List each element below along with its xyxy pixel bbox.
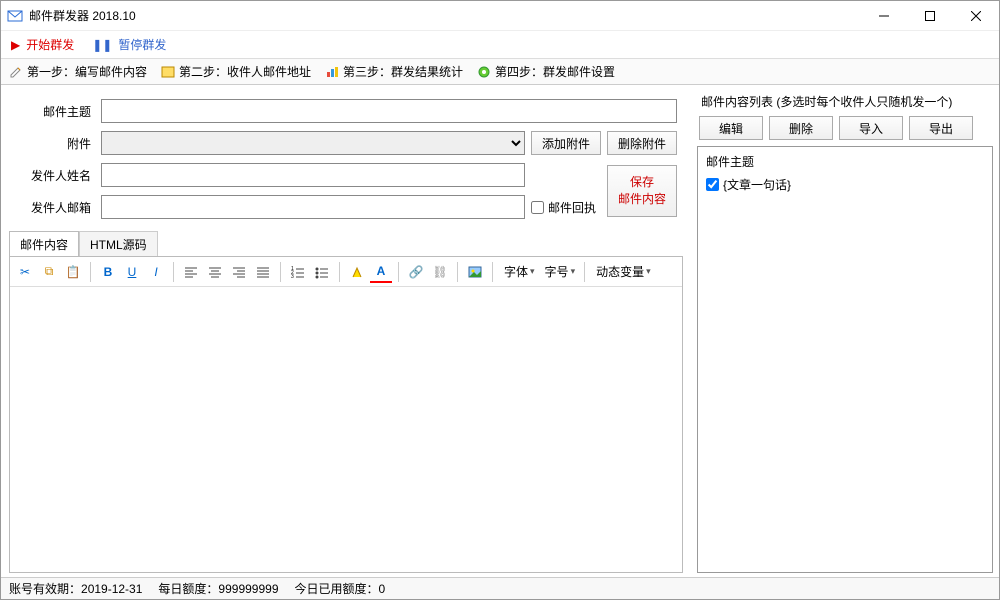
save-content-button[interactable]: 保存 邮件内容 <box>607 165 677 217</box>
sender-name-label: 发件人姓名 <box>15 167 95 184</box>
step-2-label: 第二步：收件人邮件地址 <box>179 63 311 80</box>
bold-icon[interactable]: B <box>97 261 119 283</box>
unlink-icon[interactable]: ⛓ <box>429 261 451 283</box>
copy-icon[interactable]: ⧉ <box>38 261 60 283</box>
step-1-label: 第一步：编写邮件内容 <box>27 63 147 80</box>
edit-button[interactable]: 编辑 <box>699 116 763 140</box>
list-ordered-icon[interactable]: 123 <box>287 261 309 283</box>
image-icon[interactable] <box>464 261 486 283</box>
editor-toolbar: ✂ ⧉ 📋 B U I 123 A 🔗 ⛓ <box>10 257 682 287</box>
delete-attachment-button[interactable]: 删除附件 <box>607 131 677 155</box>
tab-content[interactable]: 邮件内容 <box>9 231 79 257</box>
start-button[interactable]: ▶ 开始群发 <box>11 36 74 53</box>
save-line2: 邮件内容 <box>608 191 676 208</box>
font-size-dropdown[interactable]: 字号▾ <box>540 261 579 283</box>
validity: 账号有效期：2019-12-31 <box>9 580 142 597</box>
align-justify-icon[interactable] <box>252 261 274 283</box>
delete-button[interactable]: 删除 <box>769 116 833 140</box>
receipt-checkbox-wrap[interactable]: 邮件回执 <box>531 199 601 216</box>
app-icon <box>7 8 23 24</box>
titlebar: 邮件群发器 2018.10 <box>1 1 999 31</box>
align-center-icon[interactable] <box>204 261 226 283</box>
play-icon: ▶ <box>11 38 20 52</box>
pause-icon: ❚❚ <box>92 38 112 52</box>
separator <box>90 262 91 282</box>
step-4-label: 第四步：群发邮件设置 <box>495 63 615 80</box>
maximize-button[interactable] <box>907 1 953 31</box>
used-quota: 今日已用额度：0 <box>295 580 386 597</box>
daily-quota: 每日额度：999999999 <box>158 580 278 597</box>
content-list: 邮件主题 {文章一句话} <box>697 146 993 573</box>
pause-label: 暂停群发 <box>118 36 166 53</box>
add-attachment-button[interactable]: 添加附件 <box>531 131 601 155</box>
step-2-tab[interactable]: 第二步：收件人邮件地址 <box>161 63 311 80</box>
separator <box>457 262 458 282</box>
chart-icon <box>325 65 339 79</box>
paste-icon[interactable]: 📋 <box>62 261 84 283</box>
attachment-label: 附件 <box>15 135 95 152</box>
font-family-dropdown[interactable]: 字体▾ <box>499 261 538 283</box>
editor-tabs: 邮件内容 HTML源码 <box>9 231 683 257</box>
window-title: 邮件群发器 2018.10 <box>29 7 136 24</box>
sender-name-input[interactable] <box>101 163 525 187</box>
separator <box>398 262 399 282</box>
separator <box>492 262 493 282</box>
subject-input[interactable] <box>101 99 677 123</box>
gear-icon <box>477 65 491 79</box>
list-unordered-icon[interactable] <box>311 261 333 283</box>
separator <box>339 262 340 282</box>
receipt-checkbox[interactable] <box>531 201 544 214</box>
export-button[interactable]: 导出 <box>909 116 973 140</box>
close-button[interactable] <box>953 1 999 31</box>
font-color-icon[interactable]: A <box>370 261 392 283</box>
save-line1: 保存 <box>608 174 676 191</box>
underline-icon[interactable]: U <box>121 261 143 283</box>
step-1-tab[interactable]: 第一步：编写邮件内容 <box>9 63 147 80</box>
statusbar: 账号有效期：2019-12-31 每日额度：999999999 今日已用额度：0 <box>1 577 999 599</box>
sender-email-label: 发件人邮箱 <box>15 199 95 216</box>
main-toolbar: ▶ 开始群发 ❚❚ 暂停群发 <box>1 31 999 59</box>
edit-icon <box>9 65 23 79</box>
content-list-title: 邮件内容列表 (多选时每个收件人只随机发一个) <box>697 93 993 110</box>
minimize-button[interactable] <box>861 1 907 31</box>
cut-icon[interactable]: ✂ <box>14 261 36 283</box>
list-item-label: {文章一句话} <box>723 176 791 193</box>
attachment-select[interactable] <box>101 131 525 155</box>
steps-toolbar: 第一步：编写邮件内容 第二步：收件人邮件地址 第三步：群发结果统计 第四步：群发… <box>1 59 999 85</box>
list-item-checkbox[interactable] <box>706 178 719 191</box>
start-label: 开始群发 <box>26 36 74 53</box>
list-header: 邮件主题 <box>706 153 984 170</box>
editor-textarea[interactable] <box>10 287 682 572</box>
separator <box>584 262 585 282</box>
italic-icon[interactable]: I <box>145 261 167 283</box>
pause-button[interactable]: ❚❚ 暂停群发 <box>92 36 166 53</box>
separator <box>280 262 281 282</box>
step-4-tab[interactable]: 第四步：群发邮件设置 <box>477 63 615 80</box>
dynamic-var-dropdown[interactable]: 动态变量▾ <box>591 261 654 283</box>
subject-label: 邮件主题 <box>15 103 95 120</box>
sender-email-input[interactable] <box>101 195 525 219</box>
editor: ✂ ⧉ 📋 B U I 123 A 🔗 ⛓ <box>9 256 683 573</box>
address-icon <box>161 65 175 79</box>
tab-html[interactable]: HTML源码 <box>79 231 158 257</box>
align-left-icon[interactable] <box>180 261 202 283</box>
svg-text:3: 3 <box>291 274 294 279</box>
step-3-tab[interactable]: 第三步：群发结果统计 <box>325 63 463 80</box>
receipt-label: 邮件回执 <box>548 199 596 216</box>
separator <box>173 262 174 282</box>
list-item[interactable]: {文章一句话} <box>706 176 984 193</box>
link-icon[interactable]: 🔗 <box>405 261 427 283</box>
highlight-icon[interactable] <box>346 261 368 283</box>
import-button[interactable]: 导入 <box>839 116 903 140</box>
step-3-label: 第三步：群发结果统计 <box>343 63 463 80</box>
align-right-icon[interactable] <box>228 261 250 283</box>
